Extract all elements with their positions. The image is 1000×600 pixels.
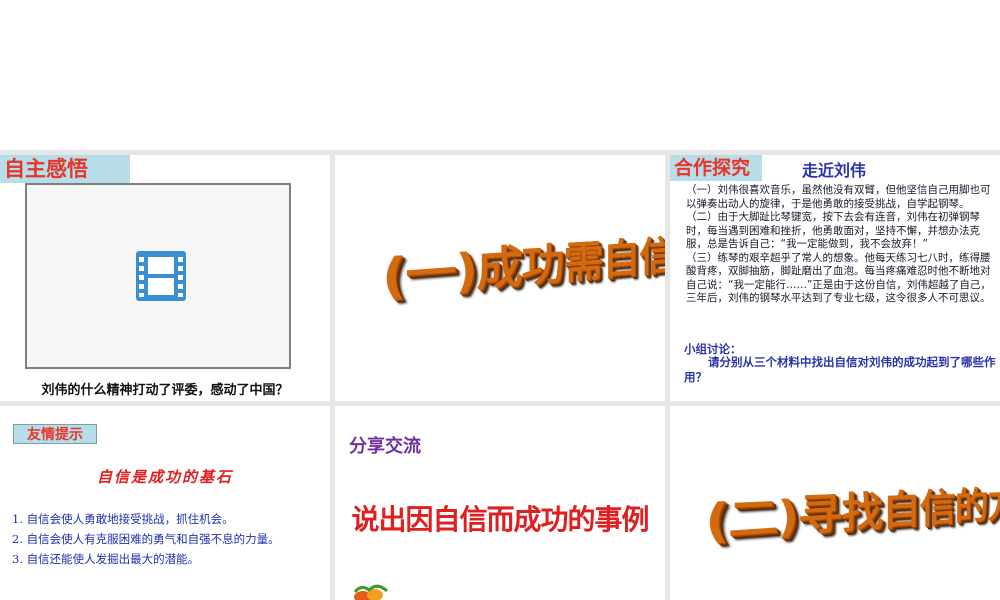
slide-thumbnail-6[interactable]: (二)寻找自信的方法 <box>670 406 1000 600</box>
slide-thumbnail-3[interactable]: 合作探究 走近刘伟 （一）刘伟很喜欢音乐，虽然他没有双臂，但他坚信自己用脚也可以… <box>670 155 1000 401</box>
video-film-icon <box>134 249 188 303</box>
list-item: 3. 自信还能使人发掘出最大的潜能。 <box>12 549 328 569</box>
list-item: 2. 自信会使人有克服困难的勇气和自强不息的力量。 <box>12 529 328 549</box>
slide-thumbnail-1[interactable]: 自主感悟 刘伟的什么精神打动了评委，感动了中国？ <box>0 155 330 401</box>
slide-3-subtitle: 走近刘伟 <box>802 157 866 181</box>
slide-4-title: 友情提示 <box>13 424 97 444</box>
slide-4-headline: 自信是成功的基石 <box>0 466 330 487</box>
slide-thumbnail-4[interactable]: 友情提示 自信是成功的基石 1. 自信会使人勇敢地接受挑战，抓住机会。 2. 自… <box>0 406 330 600</box>
slide-3-title: 合作探究 <box>670 155 762 181</box>
slide-5-title: 分享交流 <box>349 432 421 458</box>
slide-thumbnail-2[interactable]: (一)成功需自信 <box>335 155 665 401</box>
list-item: 1. 自信会使人勇敢地接受挑战，抓住机会。 <box>12 509 328 529</box>
material-paragraph-1: （一）刘伟很喜欢音乐，虽然他没有双臂，但他坚信自己用脚也可以弹奏出动人的旋律，于… <box>686 184 992 211</box>
slide-1-title: 自主感悟 <box>0 155 130 183</box>
discussion-text: 请分别从三个材料中找出自信对刘伟的成功起到了哪些作用？ <box>684 355 996 385</box>
fruit-decoration-icon <box>347 582 397 600</box>
slide-1-caption: 刘伟的什么精神打动了评委，感动了中国？ <box>0 379 330 398</box>
slide-5-prompt: 说出因自信而成功的事例 <box>335 498 665 538</box>
wordart-methods-title: (二)寻找自信的方法 <box>705 474 1000 552</box>
slide-3-body: （一）刘伟很喜欢音乐，虽然他没有双臂，但他坚信自己用脚也可以弹奏出动人的旋律，于… <box>686 184 992 306</box>
wordart-confidence-title: (一)成功需自信 <box>382 223 665 309</box>
material-paragraph-3: （三）练琴的艰辛超乎了常人的想象。他每天练习七八时，练得腰酸背疼，双脚抽筋，脚趾… <box>686 252 992 306</box>
video-placeholder[interactable] <box>25 183 291 369</box>
material-paragraph-2: （二）由于大脚趾比琴键宽，按下去会有连音，刘伟在初弹钢琴时，每当遇到困难和挫折，… <box>686 211 992 252</box>
slide-thumbnail-5[interactable]: 分享交流 说出因自信而成功的事例 <box>335 406 665 600</box>
tips-list: 1. 自信会使人勇敢地接受挑战，抓住机会。 2. 自信会使人有克服困难的勇气和自… <box>12 509 328 569</box>
